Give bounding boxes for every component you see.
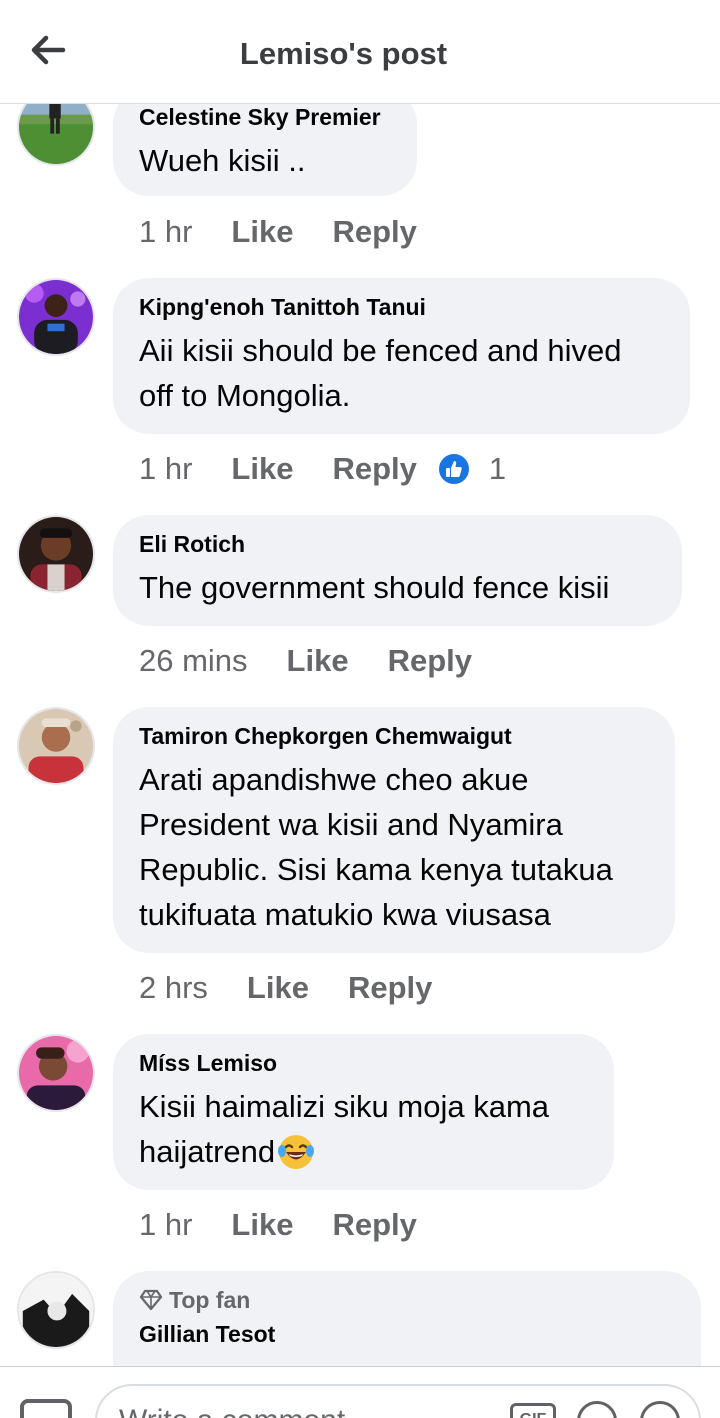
- page-title: Lemiso's post: [239, 36, 448, 71]
- comment-line: Wueh kisii ..: [139, 143, 306, 178]
- comment-timestamp: 26 mins: [139, 643, 248, 678]
- reply-button[interactable]: Reply: [332, 451, 416, 487]
- comments-list: Celestine Sky Premier Wueh kisii .. 1 hr…: [0, 104, 720, 1366]
- like-button[interactable]: Like: [247, 970, 309, 1006]
- comment-author[interactable]: Eli Rotich: [139, 529, 656, 559]
- comment-author[interactable]: Gillian Tesot: [139, 1319, 675, 1349]
- comment-timestamp: 1 hr: [139, 1207, 193, 1242]
- like-button[interactable]: Like: [231, 1207, 293, 1243]
- comment-author[interactable]: Míss Lemiso: [139, 1048, 588, 1078]
- comment-line: haijatrend: [139, 1134, 276, 1169]
- comment-text: Kisii haimalizi siku moja kama haijatren…: [139, 1084, 588, 1174]
- comment-line: tukifuata matukio kwa viusasa: [139, 897, 551, 932]
- comment-line: Republic. Sisi kama kenya tutakua: [139, 852, 613, 887]
- like-button[interactable]: Like: [287, 643, 349, 679]
- comment-author[interactable]: Kipng'enoh Tanittoh Tanui: [139, 292, 664, 322]
- comment-timestamp: 1 hr: [139, 451, 193, 486]
- reply-button[interactable]: Reply: [388, 643, 472, 679]
- comment-line: The government should fence kisii: [139, 570, 610, 605]
- comment-bubble: Kipng'enoh Tanittoh Tanui Aii kisii shou…: [113, 278, 690, 434]
- comment-line: President wa kisii and Nyamira: [139, 807, 563, 842]
- gif-button[interactable]: GIF: [510, 1403, 556, 1418]
- comment-author[interactable]: Celestine Sky Premier: [139, 104, 391, 132]
- like-button[interactable]: Like: [231, 214, 293, 250]
- comment-timestamp: 1 hr: [139, 214, 193, 249]
- comment-bubble: Tamiron Chepkorgen Chemwaigut Arati apan…: [113, 707, 675, 953]
- top-fan-label: Top fan: [169, 1287, 251, 1313]
- comment-line: Arati apandishwe cheo akue: [139, 762, 529, 797]
- diamond-icon: [139, 1289, 163, 1311]
- top-fan-badge: Top fan: [139, 1285, 675, 1315]
- photo-icon[interactable]: [20, 1399, 72, 1418]
- comment-text: Aii kisii should be fenced and hived off…: [139, 328, 664, 418]
- comment-bubble: Celestine Sky Premier Wueh kisii ..: [113, 104, 417, 196]
- comment-line: Kisii haimalizi siku moja kama: [139, 1089, 550, 1124]
- avatar[interactable]: [17, 707, 95, 785]
- comment-line: off to Mongolia.: [139, 378, 351, 413]
- avatar[interactable]: [17, 1271, 95, 1349]
- comment-actions: 1 hr Like Reply 1: [139, 449, 506, 489]
- comment-line-wrap: haijatrend: [139, 1129, 588, 1174]
- comment-bubble: Top fan Gillian Tesot: [113, 1271, 701, 1366]
- comment-actions: 26 mins Like Reply: [139, 641, 472, 681]
- reaction-count: 1: [488, 451, 507, 486]
- laughing-tears-emoji-icon: [278, 1134, 315, 1169]
- comment-composer: GIF: [0, 1366, 720, 1418]
- avatar[interactable]: [17, 278, 95, 356]
- thumbs-up-icon: [436, 452, 471, 486]
- avatar[interactable]: [17, 515, 95, 593]
- comment-bubble: Míss Lemiso Kisii haimalizi siku moja ka…: [113, 1034, 614, 1190]
- like-button[interactable]: Like: [231, 451, 293, 487]
- avatar[interactable]: [17, 1034, 95, 1112]
- comment-text: Arati apandishwe cheo akue President wa …: [139, 757, 649, 937]
- comment-text: The government should fence kisii: [139, 565, 656, 610]
- comment-bubble: Eli Rotich The government should fence k…: [113, 515, 682, 626]
- comment-text: Wueh kisii ..: [139, 138, 391, 183]
- reply-button[interactable]: Reply: [348, 970, 432, 1006]
- reply-button[interactable]: Reply: [332, 1207, 416, 1243]
- comment-timestamp: 2 hrs: [139, 970, 208, 1005]
- reply-button[interactable]: Reply: [332, 214, 416, 250]
- reaction-summary[interactable]: 1: [436, 451, 507, 487]
- comment-actions: 1 hr Like Reply: [139, 212, 417, 252]
- comment-actions: 1 hr Like Reply: [139, 1205, 417, 1245]
- comment-line: Aii kisii should be fenced and hived: [139, 333, 622, 368]
- comment-author[interactable]: Tamiron Chepkorgen Chemwaigut: [139, 721, 649, 751]
- comment-actions: 2 hrs Like Reply: [139, 968, 432, 1008]
- avatar[interactable]: [17, 104, 95, 166]
- top-bar: Lemiso's post: [0, 0, 720, 104]
